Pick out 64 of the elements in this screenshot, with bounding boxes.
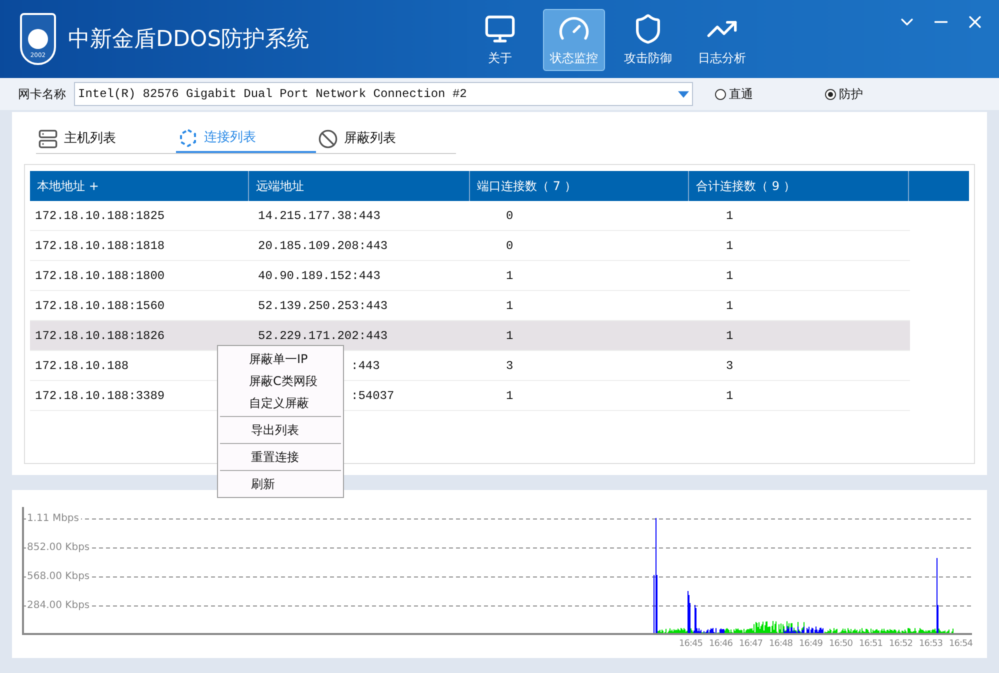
table-cell: 3 <box>506 358 514 372</box>
table-cell: 1 <box>726 388 734 402</box>
y-axis-label: 568.00 Kbps <box>27 571 92 583</box>
mode-radio[interactable]: 防护 <box>825 85 863 103</box>
table-cell: 40.90.189.152:443 <box>258 268 380 282</box>
x-axis-label: 16:53 <box>919 638 942 650</box>
nic-select[interactable]: Intel(R) 82576 Gigabit Dual Port Network Connection #2 <box>74 82 693 106</box>
menu-item[interactable]: 重置连接 <box>220 446 341 468</box>
y-axis-label: 852.00 Kbps <box>27 542 92 554</box>
y-axis-label: 1.11 Mbps <box>27 513 81 525</box>
menu-item[interactable]: 自定义屏蔽 <box>218 392 343 414</box>
table-cell: 14.215.177.38:443 <box>258 208 380 222</box>
table-cell-text: 172.18.10.188:1560 <box>34 298 166 314</box>
network-icon <box>178 128 198 148</box>
table-cell: 0 <box>506 238 514 252</box>
menu-item[interactable]: 屏蔽单一IP <box>218 348 343 370</box>
nav-button[interactable]: 关于 <box>469 9 532 71</box>
table-cell: 20.185.109.208:443 <box>258 238 388 252</box>
x-axis-label: 16:51 <box>859 638 882 650</box>
x-axis-label: 16:47 <box>739 638 762 650</box>
table-cell: 0 <box>506 208 514 222</box>
nav-button[interactable]: 日志分析 <box>691 9 754 71</box>
y-axis-label: 284.00 Kbps <box>27 600 92 612</box>
table-cell: :443 <box>351 358 380 372</box>
nav-button[interactable]: 攻击防御 <box>617 9 680 71</box>
list-tab[interactable]: 主机列表 <box>36 124 176 153</box>
x-axis-label: 16:54 <box>949 638 972 650</box>
menu-item[interactable]: 导出列表 <box>220 419 341 441</box>
table-cell: 1 <box>506 328 514 342</box>
x-axis-label: 16:52 <box>889 638 912 650</box>
table-cell: 1 <box>726 268 734 282</box>
table-cell: 1 <box>726 328 734 342</box>
caret-icon <box>678 90 689 98</box>
x-axis-label: 16:46 <box>709 638 732 650</box>
x-axis-label: 16:45 <box>679 638 702 650</box>
x-axis-label: 16:50 <box>829 638 852 650</box>
monitor-icon <box>484 13 516 45</box>
table-cell-text: 172.18.10.188:1818 <box>34 238 166 254</box>
list-tab[interactable]: 屏蔽列表 <box>316 124 456 153</box>
table-cell-text: 172.18.10.188:1800 <box>34 268 166 284</box>
table-cell: 1 <box>506 388 514 402</box>
menu-item[interactable]: 刷新 <box>220 473 341 495</box>
x-axis-label: 16:48 <box>769 638 792 650</box>
table-cell: 52.139.250.253:443 <box>258 298 388 312</box>
table-cell: 1 <box>506 268 514 282</box>
table-cell: 1 <box>726 208 734 222</box>
window-title: 中新金盾DDOS防护系统 <box>68 26 310 54</box>
table-cell-text: 172.18.10.188:3389 <box>34 388 166 404</box>
x-axis-label: 16:49 <box>799 638 822 650</box>
table-cell: 1 <box>506 298 514 312</box>
server-icon <box>38 128 58 148</box>
table-cell: 1 <box>726 298 734 312</box>
table-cell-text: 172.18.10.188:1826 <box>34 328 166 344</box>
table-cell: 3 <box>726 358 734 372</box>
list-tab[interactable]: 连接列表 <box>176 124 316 153</box>
table-cell: 52.229.171.202:443 <box>258 328 388 342</box>
table-cell-text: 172.18.10.188:1825 <box>34 208 166 224</box>
table-cell: :54037 <box>351 388 394 402</box>
table-cell-text: 172.18.10.188 <box>34 358 130 374</box>
nic-label: 网卡名称 <box>18 86 66 103</box>
table-row[interactable]: 172.18.10.188:1826 52.229.171.202:443 1 1 <box>30 321 910 351</box>
block-icon <box>318 128 338 148</box>
table-cell: 1 <box>726 238 734 252</box>
mode-radio[interactable]: 直通 <box>715 85 753 103</box>
